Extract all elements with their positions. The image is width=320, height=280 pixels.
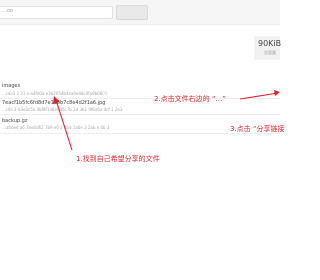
annotation-step3: 3.点击 “分享链接: [230, 125, 285, 133]
arrow-step1-head: [53, 96, 60, 104]
annotation-step1: 1.找到自己希望分享的文件: [76, 155, 160, 163]
arrow-step2-line: [239, 92, 279, 100]
arrow-step2-head: [274, 90, 280, 96]
annotation-step2: 2.点击文件右边的 “...”: [154, 95, 226, 103]
annotation-arrows: [53, 90, 280, 151]
arrow-step1-line: [55, 99, 73, 151]
